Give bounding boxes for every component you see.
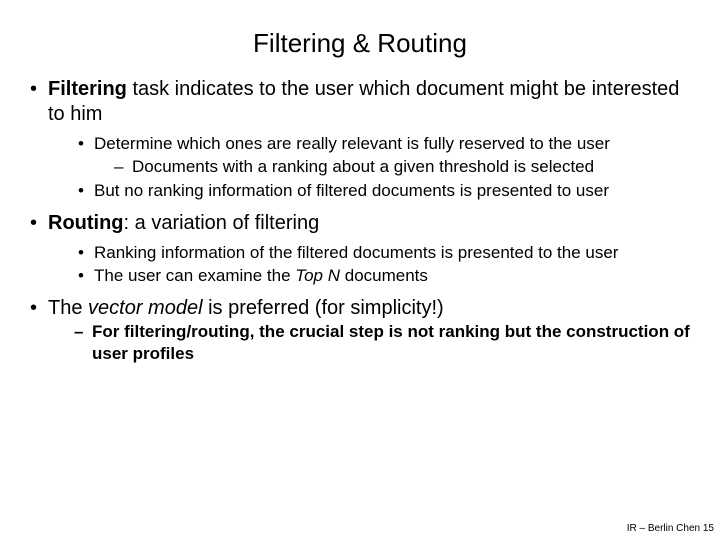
routing-term: Routing xyxy=(48,212,124,234)
text-c: documents xyxy=(340,266,428,285)
vector-model-sublist: For filtering/routing, the crucial step … xyxy=(48,321,696,364)
vector-model-note: For filtering/routing, the crucial step … xyxy=(74,321,696,364)
bullet-list: Filtering task indicates to the user whi… xyxy=(24,77,696,364)
threshold-note: Documents with a ranking about a given t… xyxy=(114,156,696,177)
routing-desc: : a variation of filtering xyxy=(124,212,320,234)
top-n: Top N xyxy=(295,266,340,285)
slide-footer: IR – Berlin Chen 15 xyxy=(627,523,714,534)
slide-title: Filtering & Routing xyxy=(24,28,696,59)
vector-model-term: vector model xyxy=(88,297,203,319)
text: Documents with a ranking about a given t… xyxy=(132,157,594,176)
routing-sub-topn: The user can examine the Top N documents xyxy=(74,265,696,286)
text: But no ranking information of filtered d… xyxy=(94,181,609,200)
filtering-sub-relevance-sublist: Documents with a ranking about a given t… xyxy=(94,156,696,177)
bullet-routing: Routing: a variation of filtering Rankin… xyxy=(24,211,696,287)
bullet-vector-model: The vector model is preferred (for simpl… xyxy=(24,296,696,364)
filtering-sublist: Determine which ones are really relevant… xyxy=(48,133,696,201)
filtering-sub-relevance: Determine which ones are really relevant… xyxy=(74,133,696,178)
text: Determine which ones are really relevant… xyxy=(94,134,610,153)
text: For filtering/routing, the crucial step … xyxy=(92,322,690,362)
text-c: is preferred (for simplicity!) xyxy=(203,297,444,319)
filtering-term: Filtering xyxy=(48,78,127,100)
text: Ranking information of the filtered docu… xyxy=(94,243,618,262)
bullet-filtering: Filtering task indicates to the user whi… xyxy=(24,77,696,201)
routing-sub-ranking: Ranking information of the filtered docu… xyxy=(74,242,696,263)
filtering-desc: task indicates to the user which documen… xyxy=(48,78,679,125)
routing-sublist: Ranking information of the filtered docu… xyxy=(48,242,696,287)
filtering-sub-noranking: But no ranking information of filtered d… xyxy=(74,180,696,201)
text-a: The user can examine the xyxy=(94,266,295,285)
text-a: The xyxy=(48,297,88,319)
